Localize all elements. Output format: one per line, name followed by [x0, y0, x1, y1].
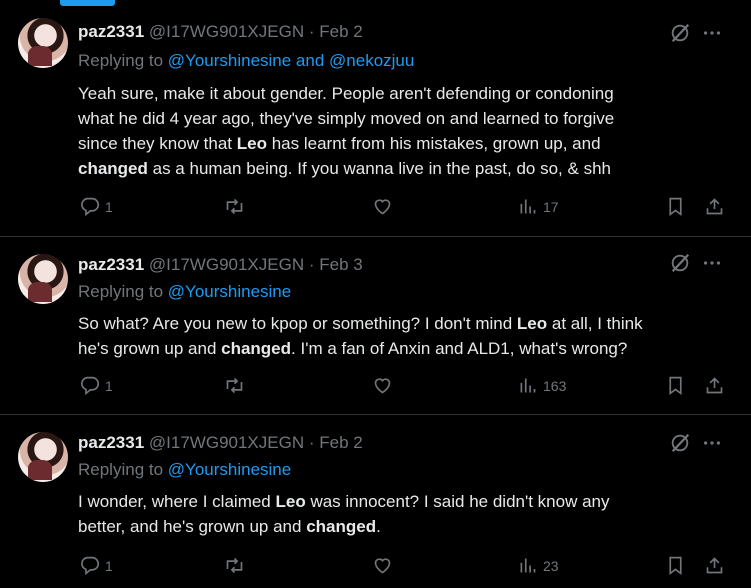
- separator: ·: [308, 22, 320, 41]
- retweet-button[interactable]: [224, 375, 245, 396]
- like-icon: [374, 378, 391, 394]
- tweet-date[interactable]: Feb 2: [319, 433, 362, 452]
- grok-icon[interactable]: [669, 22, 691, 44]
- bookmark-icon: [669, 556, 682, 576]
- tweet[interactable]: paz2331 @I17WG901XJEGN · Feb 2 Replying …: [0, 414, 751, 588]
- bookmark-button[interactable]: [665, 555, 686, 576]
- tweet-header: paz2331 @I17WG901XJEGN · Feb 2: [78, 22, 363, 42]
- bookmark-button[interactable]: [665, 196, 686, 217]
- share-icon: [706, 557, 723, 574]
- grok-icon[interactable]: [669, 432, 691, 454]
- views-count: 163: [543, 377, 567, 394]
- views-icon: [520, 558, 536, 573]
- more-icon[interactable]: [701, 252, 723, 274]
- reply-button[interactable]: 1: [79, 196, 113, 217]
- mention-link[interactable]: @Yourshinesine: [168, 460, 291, 479]
- retweet-icon: [226, 198, 243, 215]
- more-icon[interactable]: [701, 22, 723, 44]
- like-button[interactable]: [372, 196, 393, 217]
- reply-count: 1: [105, 198, 113, 215]
- bookmark-icon: [669, 376, 682, 396]
- views-count: 23: [543, 557, 559, 574]
- bookmark-button[interactable]: [665, 375, 686, 396]
- views-button[interactable]: 17: [517, 196, 559, 217]
- tweet-actions: 1 163: [0, 375, 751, 399]
- reply-button[interactable]: 1: [79, 555, 113, 576]
- share-icon: [706, 198, 723, 215]
- retweet-button[interactable]: [224, 555, 245, 576]
- tweet-actions: 1 23: [0, 555, 751, 579]
- display-name[interactable]: paz2331: [78, 22, 144, 41]
- share-button[interactable]: [704, 555, 725, 576]
- bold-keyword: Leo: [516, 314, 548, 333]
- reply-count: 1: [105, 557, 113, 574]
- separator: ·: [308, 433, 320, 452]
- mention-link[interactable]: @Yourshinesine and @nekozjuu: [168, 51, 415, 70]
- like-button[interactable]: [372, 555, 393, 576]
- handle[interactable]: @I17WG901XJEGN: [149, 433, 304, 452]
- tweet-actions: 1 17: [0, 196, 751, 220]
- retweet-icon: [226, 377, 243, 394]
- tweet[interactable]: paz2331 @I17WG901XJEGN · Feb 3 Replying …: [0, 236, 751, 415]
- like-icon: [374, 199, 391, 215]
- replying-to-label: Replying to: [78, 51, 168, 70]
- reply-count: 1: [105, 377, 113, 394]
- views-count: 17: [543, 198, 559, 215]
- replying-to: Replying to @Yourshinesine: [78, 282, 291, 302]
- retweet-icon: [226, 557, 243, 574]
- share-button[interactable]: [704, 196, 725, 217]
- share-button[interactable]: [704, 375, 725, 396]
- replying-to: Replying to @Yourshinesine and @nekozjuu: [78, 51, 414, 71]
- tweet[interactable]: paz2331 @I17WG901XJEGN · Feb 2 Replying …: [0, 0, 751, 237]
- retweet-button[interactable]: [224, 196, 245, 217]
- text-run: as a human being. If you wanna live in t…: [147, 159, 611, 178]
- bold-keyword: changed: [78, 159, 148, 178]
- text-run: I wonder, where I claimed: [78, 492, 276, 511]
- avatar[interactable]: [18, 432, 68, 482]
- more-icon[interactable]: [701, 432, 723, 454]
- reply-icon: [81, 376, 100, 396]
- separator: ·: [308, 255, 320, 274]
- text-run: So what? Are you new to kpop or somethin…: [78, 314, 517, 333]
- replying-to-label: Replying to: [78, 282, 168, 301]
- bold-keyword: changed: [221, 339, 292, 358]
- tweet-text: I wonder, where I claimed Leo was innoce…: [78, 489, 718, 539]
- bold-keyword: Leo: [275, 492, 306, 511]
- like-button[interactable]: [372, 375, 393, 396]
- avatar[interactable]: [18, 18, 68, 68]
- reply-icon: [81, 556, 100, 576]
- display-name[interactable]: paz2331: [78, 255, 144, 274]
- reply-icon: [81, 197, 100, 217]
- views-icon: [520, 199, 536, 214]
- bold-keyword: Leo: [236, 134, 267, 153]
- bold-keyword: changed: [306, 517, 377, 536]
- share-icon: [706, 377, 723, 394]
- display-name[interactable]: paz2331: [78, 433, 144, 452]
- replying-to: Replying to @Yourshinesine: [78, 460, 291, 480]
- tweet-text: So what? Are you new to kpop or somethin…: [78, 311, 718, 361]
- mention-link[interactable]: @Yourshinesine: [168, 282, 291, 301]
- text-run: has learnt from his mistakes, grown up, …: [271, 134, 601, 153]
- tweet-date[interactable]: Feb 3: [319, 255, 362, 274]
- text-run: .: [376, 517, 381, 536]
- replying-to-label: Replying to: [78, 460, 168, 479]
- tweet-header: paz2331 @I17WG901XJEGN · Feb 3: [78, 255, 363, 275]
- handle[interactable]: @I17WG901XJEGN: [149, 255, 304, 274]
- handle[interactable]: @I17WG901XJEGN: [149, 22, 304, 41]
- views-button[interactable]: 23: [517, 555, 559, 576]
- text-run: . I'm a fan of Anxin and ALD1, what's wr…: [291, 339, 628, 358]
- tweet-date[interactable]: Feb 2: [319, 22, 362, 41]
- avatar[interactable]: [18, 254, 68, 304]
- reply-button[interactable]: 1: [79, 375, 113, 396]
- views-button[interactable]: 163: [517, 375, 566, 396]
- views-icon: [520, 378, 536, 393]
- tweet-header: paz2331 @I17WG901XJEGN · Feb 2: [78, 433, 363, 453]
- bookmark-icon: [669, 197, 682, 217]
- like-icon: [374, 558, 391, 574]
- grok-icon[interactable]: [669, 252, 691, 274]
- tweet-text: Yeah sure, make it about gender. People …: [78, 81, 718, 181]
